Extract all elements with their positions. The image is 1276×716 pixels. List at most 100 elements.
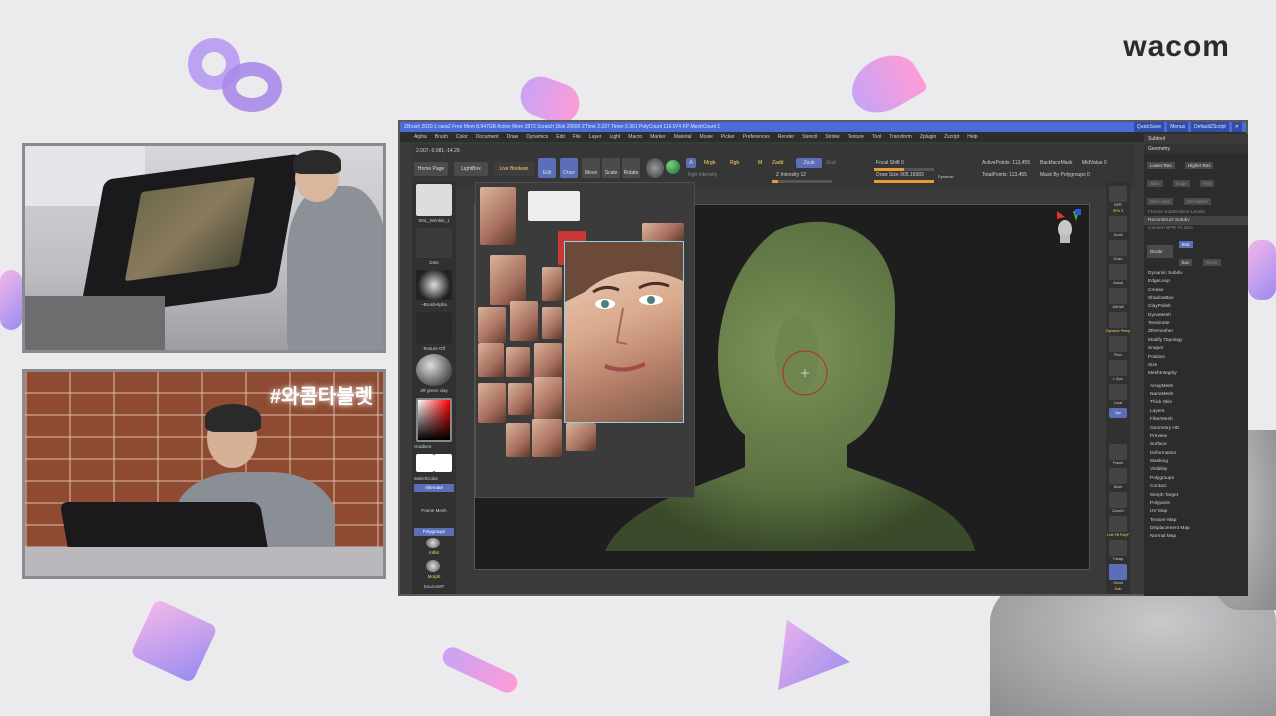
- tool-submenu-item[interactable]: NanoMesh: [1144, 390, 1248, 398]
- menu-zscript[interactable]: Zscript: [944, 132, 959, 142]
- suv-toggle[interactable]: Suv: [1178, 259, 1193, 267]
- geometry-submenu-item[interactable]: Tessimate: [1144, 319, 1248, 327]
- menu-texture[interactable]: Texture: [848, 132, 864, 142]
- zoom-button[interactable]: [1109, 240, 1127, 256]
- sdiv-slider[interactable]: SDiv: [1147, 180, 1163, 187]
- menu-picker[interactable]: Picker: [721, 132, 735, 142]
- local-button[interactable]: [1109, 384, 1127, 400]
- lsym-button[interactable]: [1109, 360, 1127, 376]
- frame-mesh-button[interactable]: Frame Mesh: [414, 508, 454, 513]
- convert-bpr-button[interactable]: Convert BPR To Geo: [1144, 225, 1248, 233]
- alternate-button[interactable]: Alternate: [414, 484, 454, 492]
- geometry-submenu-item[interactable]: Modify Topology: [1144, 336, 1248, 344]
- mrgb-toggle[interactable]: Mrgb: [704, 160, 715, 166]
- draw-size-track[interactable]: [874, 180, 934, 183]
- frame-button[interactable]: [1109, 444, 1127, 460]
- inflat-sphere-icon[interactable]: [426, 538, 440, 548]
- cage-button[interactable]: Cage: [1172, 180, 1190, 187]
- zsub-toggle[interactable]: Zsub: [796, 158, 822, 168]
- ghost-button[interactable]: [1109, 564, 1127, 580]
- zoomd-button[interactable]: [1109, 492, 1127, 508]
- tool-submenu-item[interactable]: Masking: [1144, 457, 1248, 465]
- del-lower-button[interactable]: Del Lower: [1147, 198, 1174, 205]
- menu-layer[interactable]: Layer: [589, 132, 602, 142]
- lower-res-button[interactable]: Lower Res: [1147, 162, 1175, 169]
- menu-stencil[interactable]: Stencil: [802, 132, 817, 142]
- reference-thumbnail[interactable]: [532, 419, 562, 457]
- reference-thumbnail[interactable]: [534, 343, 562, 379]
- tool-submenu-item[interactable]: Polygroups: [1144, 474, 1248, 482]
- menu-help[interactable]: Help: [967, 132, 977, 142]
- mask-by-polygroups-slider[interactable]: Mask By Polygroups 0: [1040, 172, 1090, 178]
- menu-dynamics[interactable]: Dynamics: [526, 132, 548, 142]
- geometry-submenu-item[interactable]: DynaMesh: [1144, 311, 1248, 319]
- menus-button[interactable]: Menus: [1167, 122, 1189, 132]
- backface-mask-toggle[interactable]: BackfaceMask: [1040, 160, 1073, 166]
- zcut-toggle[interactable]: Zcut: [826, 160, 836, 166]
- z-intensity-track[interactable]: [772, 180, 832, 183]
- stroke-thumbnail[interactable]: [416, 228, 452, 258]
- brush-thumbnail[interactable]: [416, 184, 452, 216]
- home-page-button[interactable]: Home Page: [414, 162, 448, 176]
- menu-document[interactable]: Document: [476, 132, 499, 142]
- tool-submenu-item[interactable]: Visibility: [1144, 466, 1248, 474]
- menu-marker[interactable]: Marker: [650, 132, 666, 142]
- aahalf-button[interactable]: [1109, 288, 1127, 304]
- reference-thumbnail[interactable]: [508, 383, 532, 415]
- lightbox-button[interactable]: LightBox: [454, 162, 488, 176]
- reference-thumbnail[interactable]: [510, 301, 538, 341]
- geometry-submenu-item[interactable]: ShadowBox: [1144, 294, 1248, 302]
- rgb-toggle[interactable]: Rgb: [730, 160, 739, 166]
- reference-thumbnail[interactable]: [542, 267, 562, 301]
- tool-submenu-item[interactable]: Polypaint: [1144, 499, 1248, 507]
- geometry-submenu-item[interactable]: ClayPolish: [1144, 303, 1248, 311]
- geometry-submenu-item[interactable]: Position: [1144, 353, 1248, 361]
- tool-submenu-item[interactable]: Normal Map: [1144, 533, 1248, 541]
- floor-button[interactable]: [1109, 336, 1127, 352]
- menu-stroke[interactable]: Stroke: [825, 132, 839, 142]
- divide-button[interactable]: Divide: [1147, 244, 1173, 258]
- geometry-submenu-item[interactable]: Dynamic Subdiv: [1144, 269, 1248, 277]
- menu-draw[interactable]: Draw: [507, 132, 519, 142]
- reference-thumbnail[interactable]: [528, 191, 580, 221]
- a-button[interactable]: A: [686, 158, 696, 168]
- polyf-button[interactable]: [1109, 516, 1127, 532]
- reference-thumbnail[interactable]: [478, 383, 506, 423]
- reference-thumbnail[interactable]: [506, 423, 530, 457]
- mid-value-slider[interactable]: MidValue 0: [1082, 160, 1107, 166]
- texture-thumbnail[interactable]: [416, 312, 452, 344]
- tool-submenu-item[interactable]: Morph Target: [1144, 491, 1248, 499]
- reference-thumbnail[interactable]: [506, 347, 530, 377]
- transp-button[interactable]: [1109, 540, 1127, 556]
- material-sphere-icon[interactable]: [646, 158, 664, 178]
- z-intensity-slider[interactable]: Z Intensity 12: [776, 172, 806, 178]
- alpha-thumbnail[interactable]: [416, 270, 452, 300]
- reference-images-panel[interactable]: [475, 182, 695, 498]
- menu-macro[interactable]: Macro: [628, 132, 642, 142]
- move-view-button[interactable]: [1109, 468, 1127, 484]
- tool-submenu-item[interactable]: FiberMesh: [1144, 416, 1248, 424]
- orientation-gizmo-icon[interactable]: [1051, 209, 1081, 243]
- scale-button[interactable]: Scale: [602, 158, 620, 178]
- edit-button[interactable]: Edit: [538, 158, 556, 178]
- menu-render[interactable]: Render: [778, 132, 794, 142]
- menu-material[interactable]: Material: [674, 132, 692, 142]
- menu-brush[interactable]: Brush: [435, 132, 448, 142]
- rstr-button[interactable]: Rstr: [1200, 180, 1215, 187]
- actual-button[interactable]: [1109, 264, 1127, 280]
- material-thumbnail[interactable]: [416, 354, 452, 386]
- scroll-button[interactable]: [1109, 216, 1127, 232]
- reference-thumbnail[interactable]: [478, 343, 504, 377]
- menu-alpha[interactable]: Alpha: [414, 132, 427, 142]
- solo-label[interactable]: Solo: [1106, 587, 1130, 591]
- menu-light[interactable]: Light: [609, 132, 620, 142]
- menu-transform[interactable]: Transform: [889, 132, 912, 142]
- reference-thumbnail[interactable]: [566, 423, 596, 451]
- bpr-button[interactable]: [1109, 186, 1127, 202]
- switch-color-button[interactable]: SwitchColor: [414, 476, 454, 481]
- geometry-submenu-item[interactable]: Snaper: [1144, 345, 1248, 353]
- tool-submenu-item[interactable]: Contact: [1144, 483, 1248, 491]
- geometry-submenu-item[interactable]: EdgeLoop: [1144, 278, 1248, 286]
- tool-submenu-item[interactable]: Geometry HD: [1144, 424, 1248, 432]
- tool-submenu-item[interactable]: Preview: [1144, 432, 1248, 440]
